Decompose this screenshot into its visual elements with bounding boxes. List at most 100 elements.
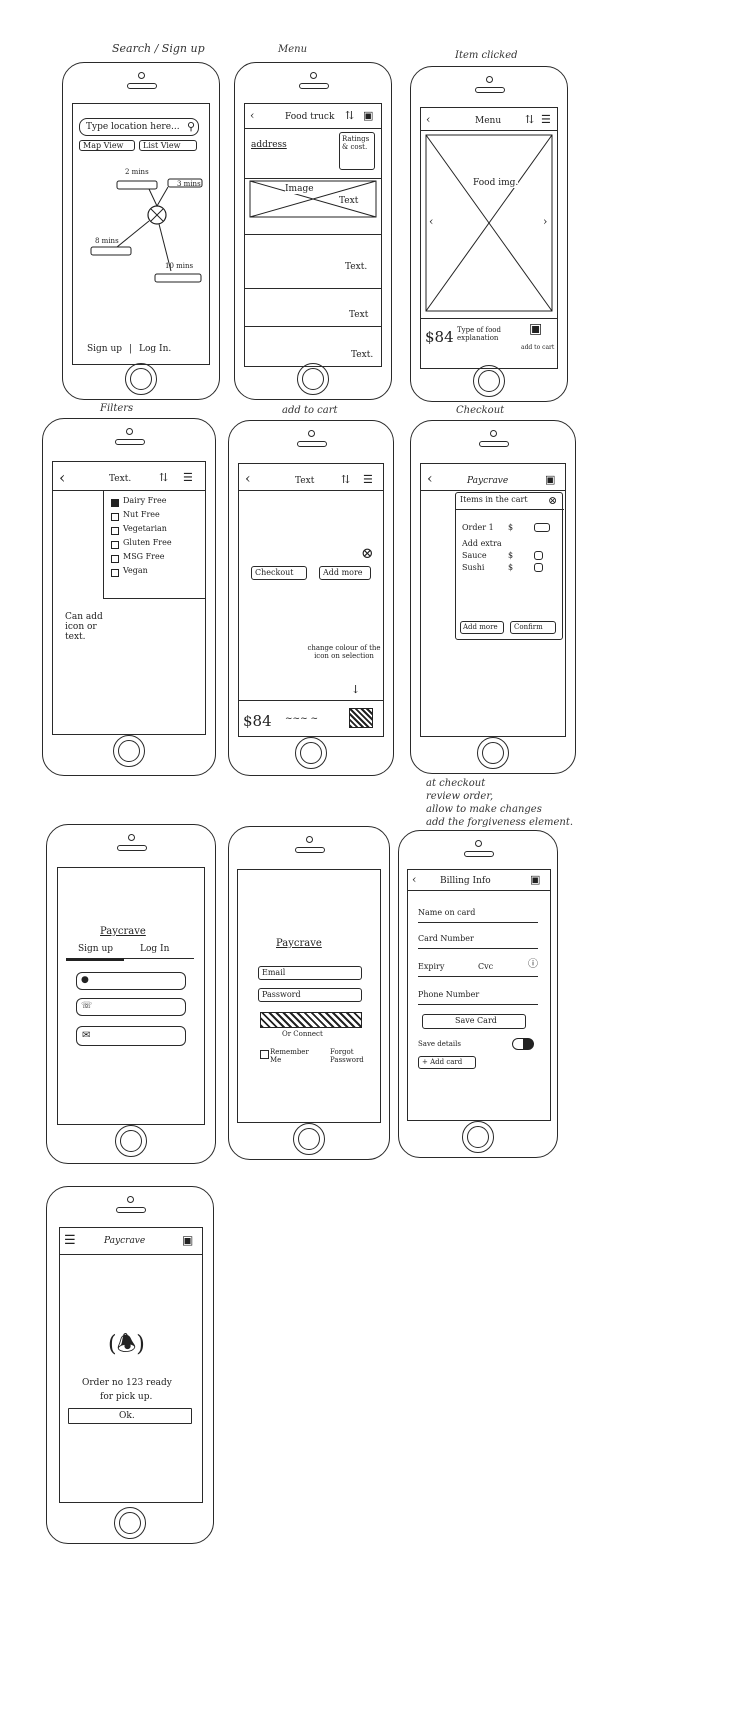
filter-icon[interactable]: ⇅ [525, 114, 534, 125]
add-to-cart-icon[interactable]: ▣ [529, 322, 542, 336]
expiry-field[interactable]: Expiry [418, 962, 444, 971]
screen-signup: Paycrave Sign up Log In ● ☏ ✉ [57, 867, 205, 1125]
search-placeholder: Type location here... [86, 122, 180, 132]
map-distance-label: 8 mins [95, 237, 119, 245]
filter-checkbox[interactable] [111, 541, 119, 549]
filter-checkbox[interactable] [111, 499, 119, 507]
cart-selected-icon[interactable] [349, 708, 373, 728]
price-text: $84 [425, 328, 454, 346]
quantity-stepper[interactable] [534, 523, 550, 532]
page-title: Text. [109, 474, 132, 484]
back-icon[interactable]: ‹ [250, 110, 254, 121]
filter-checkbox[interactable] [111, 513, 119, 521]
screen-menu: ‹ Food truck ⇅ ▣ address Ratings & cost.… [244, 103, 382, 367]
filter-icon[interactable]: ⇅ [341, 474, 350, 485]
filter-checkbox[interactable] [111, 569, 119, 577]
checkout-button[interactable]: Checkout [251, 566, 307, 580]
log-in-link[interactable]: Log In. [139, 344, 171, 354]
tab-signup[interactable]: Sign up [78, 944, 113, 954]
forgot-password-link[interactable]: Forgot Password [330, 1048, 370, 1064]
menu-icon[interactable]: ☰ [64, 1234, 76, 1247]
selection-note: change colour of the icon on selection [307, 644, 381, 660]
password-field[interactable]: Password [258, 988, 362, 1002]
cart-icon[interactable]: ▣ [530, 874, 540, 885]
menu-item-text[interactable]: Text. [351, 350, 373, 360]
home-button [113, 735, 145, 767]
menu-item-text[interactable]: Text. [345, 262, 367, 272]
filter-checkbox[interactable] [111, 555, 119, 563]
search-input[interactable]: Type location here... ⚲ [79, 118, 199, 136]
name-on-card-field[interactable]: Name on card [418, 908, 475, 917]
help-icon[interactable]: ⓘ [528, 960, 538, 970]
sign-up-link[interactable]: Sign up [87, 344, 122, 354]
card-number-field[interactable]: Card Number [418, 934, 474, 943]
next-arrow-icon[interactable]: › [543, 216, 547, 227]
label-search: Search / Sign up [112, 42, 205, 55]
camera-dot [486, 76, 493, 83]
menu-item-text[interactable]: Text [349, 310, 368, 320]
quantity-stepper[interactable] [534, 563, 543, 572]
login-button[interactable] [260, 1012, 362, 1028]
add-card-button[interactable]: + Add card [418, 1056, 476, 1069]
close-icon[interactable]: ⊗ [361, 546, 374, 561]
filter-label: Nut Free [123, 510, 160, 519]
name-field[interactable]: ● [76, 972, 186, 990]
home-button [473, 365, 505, 397]
cvc-field[interactable]: Cvc [478, 962, 493, 971]
screen-checkout: ‹ Paycrave ▣ Items in the cart ⊗ Order 1… [420, 463, 566, 737]
home-button [477, 737, 509, 769]
menu-icon[interactable]: ☰ [183, 472, 193, 483]
ok-button[interactable]: Ok. [68, 1408, 192, 1424]
speaker-slot [115, 439, 145, 445]
cart-icon[interactable]: ▣ [182, 1234, 193, 1246]
phone-number-field[interactable]: Phone Number [418, 990, 479, 999]
label-add-to-cart: add to cart [282, 405, 338, 416]
filter-label: MSG Free [123, 552, 165, 561]
filter-label: Dairy Free [123, 496, 167, 505]
back-icon[interactable]: ‹ [59, 470, 65, 486]
bell-icon: (🕭) [108, 1332, 145, 1357]
map-view-button[interactable]: Map View [79, 140, 135, 151]
ratings-box: Ratings & cost. [339, 132, 375, 170]
extra-item: Sushi [462, 563, 485, 572]
back-icon[interactable]: ‹ [245, 472, 251, 486]
tab-active-indicator [66, 958, 124, 961]
menu-icon[interactable]: ☰ [541, 114, 551, 125]
phone-search: Type location here... ⚲ Map View List Vi… [62, 62, 220, 400]
back-icon[interactable]: ‹ [427, 472, 433, 486]
close-icon[interactable]: ⊗ [548, 495, 557, 506]
screen-filters: ‹ Text. ⇅ ☰ Dairy Free Nut Free Vegetarian… [52, 461, 206, 735]
order-message: for pick up. [100, 1392, 153, 1402]
email-field[interactable]: ✉ [76, 1026, 186, 1046]
list-view-button[interactable]: List View [139, 140, 197, 151]
quantity-stepper[interactable] [534, 551, 543, 560]
tab-login[interactable]: Log In [140, 944, 169, 954]
add-extra-label: Add extra [462, 539, 502, 548]
filter-checkbox[interactable] [111, 527, 119, 535]
home-button [293, 1123, 325, 1155]
camera-dot [127, 1196, 134, 1203]
phone-checkout: ‹ Paycrave ▣ Items in the cart ⊗ Order 1… [410, 420, 576, 774]
menu-icon[interactable]: ☰ [363, 474, 373, 485]
filter-label: Gluten Free [123, 538, 172, 547]
prev-arrow-icon[interactable]: ‹ [429, 216, 433, 227]
remember-checkbox[interactable] [260, 1050, 269, 1059]
save-details-toggle[interactable] [512, 1038, 534, 1050]
back-icon[interactable]: ‹ [426, 114, 430, 125]
camera-dot [138, 72, 145, 79]
cart-icon[interactable]: ▣ [545, 474, 555, 485]
filter-icon[interactable]: ⇅ [345, 110, 354, 121]
camera-dot [126, 428, 133, 435]
cart-icon[interactable]: ▣ [363, 110, 373, 121]
phone-field[interactable]: ☏ [76, 998, 186, 1016]
add-more-button[interactable]: Add more [460, 621, 504, 634]
save-card-button[interactable]: Save Card [422, 1014, 526, 1029]
back-icon[interactable]: ‹ [412, 874, 416, 885]
filter-icon[interactable]: ⇅ [159, 472, 168, 483]
checkout-note-2: review order, [426, 791, 494, 802]
email-field[interactable]: Email [258, 966, 362, 980]
add-more-button[interactable]: Add more [319, 566, 371, 580]
confirm-button[interactable]: Confirm [510, 621, 556, 634]
label-menu: Menu [278, 44, 308, 55]
label-checkout: Checkout [456, 405, 505, 416]
